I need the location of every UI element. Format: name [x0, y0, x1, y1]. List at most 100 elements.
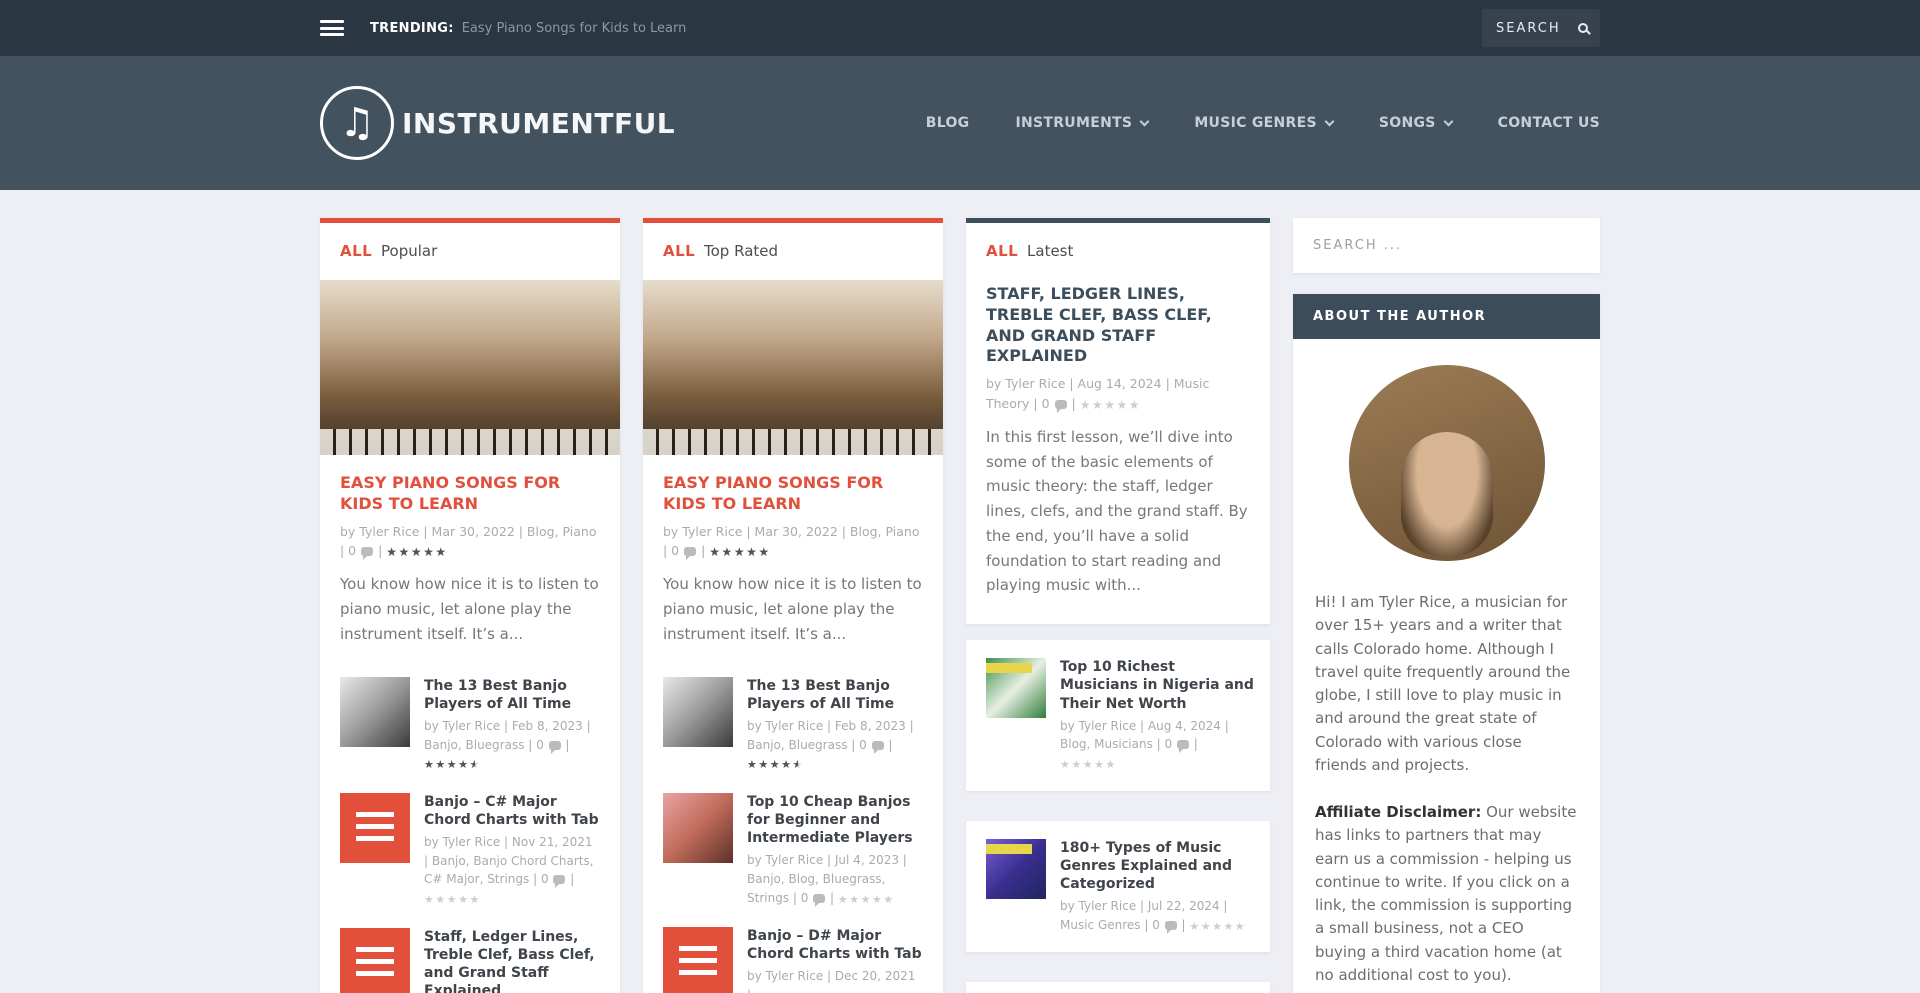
post-title-link[interactable]: 180+ Types of Music Genres Explained and… — [1060, 839, 1254, 894]
post-title-link[interactable]: Staff, Ledger Lines, Treble Clef, Bass C… — [424, 928, 600, 993]
star-rating: ★★★★★★★★★★ — [1189, 921, 1246, 932]
affiliate-disclaimer-text: Our website has links to partners that m… — [1315, 803, 1576, 984]
chevron-down-icon — [1324, 116, 1334, 126]
post-column: ALL Top Rated EASY PIANO SONGS FOR KIDS … — [643, 218, 943, 993]
chevron-down-icon — [1443, 116, 1453, 126]
column-title: Latest — [1027, 242, 1073, 260]
column-title: Popular — [381, 242, 437, 260]
post-title-link[interactable]: The 13 Best Banjo Players of All Time — [747, 677, 923, 713]
post-columns: ALL Popular EASY PIANO SONGS FOR KIDS TO… — [320, 218, 1270, 993]
post-list-item[interactable]: The 13 Best Banjo Players of All Time by… — [643, 657, 943, 773]
post-column: ALL Popular EASY PIANO SONGS FOR KIDS TO… — [320, 218, 620, 993]
post-title-link[interactable]: STAFF, LEDGER LINES, TREBLE CLEF, BASS C… — [966, 284, 1270, 367]
thumbnail-label — [986, 844, 1032, 854]
post-excerpt: You know how nice it is to listen to pia… — [643, 572, 943, 646]
star-rating: ★★★★★★★★★★ — [747, 759, 804, 770]
menu-icon[interactable] — [320, 20, 344, 36]
post-meta: by Tyler Rice | Mar 30, 2022 | Blog, Pia… — [643, 522, 943, 561]
post-list-item[interactable]: Banjo – D# Major Chord Charts with Tab b… — [643, 907, 943, 993]
related-post-list: The 13 Best Banjo Players of All Time by… — [320, 657, 620, 993]
post-list-item[interactable]: 180+ Types of Music Genres Explained and… — [966, 821, 1270, 953]
post-title-link[interactable]: EASY PIANO SONGS FOR KIDS TO LEARN — [320, 473, 620, 515]
post-title-link[interactable]: Banjo – C# Major Chord Charts with Tab — [424, 793, 600, 829]
latest-post-list: Top 10 Richest Musicians in Nigeria and … — [966, 640, 1270, 993]
nav-item-songs[interactable]: SONGS — [1379, 115, 1452, 131]
post-thumbnail[interactable] — [663, 677, 733, 747]
nav-item-blog[interactable]: BLOG — [926, 115, 970, 131]
post-thumbnail[interactable] — [340, 793, 410, 863]
post-title-link[interactable]: Top 10 Cheap Banjos for Beginner and Int… — [747, 793, 923, 848]
about-author-heading: ABOUT THE AUTHOR — [1293, 294, 1600, 339]
top-bar: TRENDING: Easy Piano Songs for Kids to L… — [0, 0, 1920, 56]
post-thumbnail[interactable] — [340, 928, 410, 993]
column-filter-all[interactable]: ALL — [663, 242, 695, 260]
post-list-item[interactable]: Top 10 Cheap Banjos for Beginner and Int… — [643, 773, 943, 907]
nav-item-instruments[interactable]: INSTRUMENTS — [1015, 115, 1148, 131]
post-excerpt: You know how nice it is to listen to pia… — [320, 572, 620, 646]
site-header: ♫ INSTRUMENTFUL BLOG INSTRUMENTS MUSIC G… — [0, 56, 1920, 190]
affiliate-disclaimer: Affiliate Disclaimer: Our website has li… — [1315, 801, 1578, 987]
column-filter-all[interactable]: ALL — [340, 242, 372, 260]
author-avatar — [1349, 365, 1545, 561]
column-filter-all[interactable]: ALL — [986, 242, 1018, 260]
search-icon — [1578, 23, 1588, 33]
featured-image[interactable] — [320, 280, 620, 455]
site-logo[interactable]: ♫ INSTRUMENTFUL — [320, 86, 675, 160]
related-post-list: The 13 Best Banjo Players of All Time by… — [643, 657, 943, 993]
comment-icon — [361, 547, 373, 556]
post-meta: by Tyler Rice | Aug 4, 2024 | Blog, Musi… — [1060, 717, 1254, 773]
post-list-item[interactable]: Staff, Ledger Lines, Treble Clef, Bass C… — [320, 908, 620, 993]
site-title: INSTRUMENTFUL — [402, 107, 675, 140]
main-nav: BLOG INSTRUMENTS MUSIC GENRES SONGS CONT… — [926, 115, 1600, 131]
post-meta: by Tyler Rice | Jul 4, 2023 | Banjo, Blo… — [747, 851, 923, 907]
top-search-button[interactable]: SEARCH — [1482, 9, 1600, 47]
star-rating: ★★★★★★★★★★ — [1060, 759, 1117, 770]
star-rating: ★★★★★★★★★★ — [424, 894, 481, 905]
post-list-item[interactable]: 26 Best Songs with Irony by Tyler Rice |… — [966, 982, 1270, 993]
post-title-link[interactable]: Top 10 Richest Musicians in Nigeria and … — [1060, 658, 1254, 713]
comment-icon — [813, 894, 825, 903]
post-thumbnail[interactable] — [986, 658, 1046, 718]
post-meta: by Tyler Rice | Feb 8, 2023 | Banjo, Blu… — [424, 717, 600, 773]
comment-icon — [549, 741, 561, 750]
column-header: ALL Latest — [966, 223, 1270, 266]
comment-icon — [872, 741, 884, 750]
nav-item-music-genres[interactable]: MUSIC GENRES — [1194, 115, 1333, 131]
sidebar: ABOUT THE AUTHOR Hi! I am Tyler Rice, a … — [1293, 218, 1600, 993]
post-thumbnail[interactable] — [986, 839, 1046, 899]
column-card: ALL Popular EASY PIANO SONGS FOR KIDS TO… — [320, 218, 620, 993]
author-bio-text: Hi! I am Tyler Rice, a musician for over… — [1315, 591, 1578, 777]
comment-icon — [684, 547, 696, 556]
post-list-item[interactable]: The 13 Best Banjo Players of All Time by… — [320, 657, 620, 773]
post-list-item[interactable]: Banjo – C# Major Chord Charts with Tab b… — [320, 773, 620, 908]
sidebar-search — [1293, 218, 1600, 273]
star-rating: ★★★★★★★★★★ — [1080, 399, 1141, 411]
trending-label: TRENDING: — [370, 21, 454, 36]
star-rating: ★★★★★★★★★★ — [386, 546, 447, 558]
trending-post-link[interactable]: Easy Piano Songs for Kids to Learn — [462, 21, 687, 36]
post-thumbnail[interactable] — [663, 793, 733, 863]
sidebar-search-input[interactable] — [1293, 218, 1600, 273]
post-title-link[interactable]: EASY PIANO SONGS FOR KIDS TO LEARN — [643, 473, 943, 515]
featured-image[interactable] — [643, 280, 943, 455]
post-title-link[interactable]: The 13 Best Banjo Players of All Time — [424, 677, 600, 713]
post-excerpt: In this first lesson, we’ll dive into so… — [966, 425, 1270, 598]
post-title-link[interactable]: Banjo – D# Major Chord Charts with Tab — [747, 927, 923, 963]
post-meta: by Tyler Rice | Feb 8, 2023 | Banjo, Blu… — [747, 717, 923, 773]
post-column: ALL Latest STAFF, LEDGER LINES, TREBLE C… — [966, 218, 1270, 993]
comment-icon — [1177, 740, 1189, 749]
logo-icon: ♫ — [320, 86, 394, 160]
post-list-item[interactable]: Top 10 Richest Musicians in Nigeria and … — [966, 640, 1270, 790]
star-rating: ★★★★★★★★★★ — [838, 894, 895, 905]
column-header: ALL Top Rated — [643, 223, 943, 266]
comment-icon — [1165, 921, 1177, 930]
post-thumbnail[interactable] — [340, 677, 410, 747]
affiliate-disclaimer-label: Affiliate Disclaimer: — [1315, 803, 1481, 821]
author-bio: Hi! I am Tyler Rice, a musician for over… — [1293, 591, 1600, 987]
comment-icon — [553, 875, 565, 884]
column-title: Top Rated — [704, 242, 778, 260]
comment-icon — [1055, 400, 1067, 409]
post-meta: by Tyler Rice | Jul 22, 2024 | Music Gen… — [1060, 897, 1254, 934]
post-thumbnail[interactable] — [663, 927, 733, 993]
nav-item-contact-us[interactable]: CONTACT US — [1498, 115, 1600, 131]
